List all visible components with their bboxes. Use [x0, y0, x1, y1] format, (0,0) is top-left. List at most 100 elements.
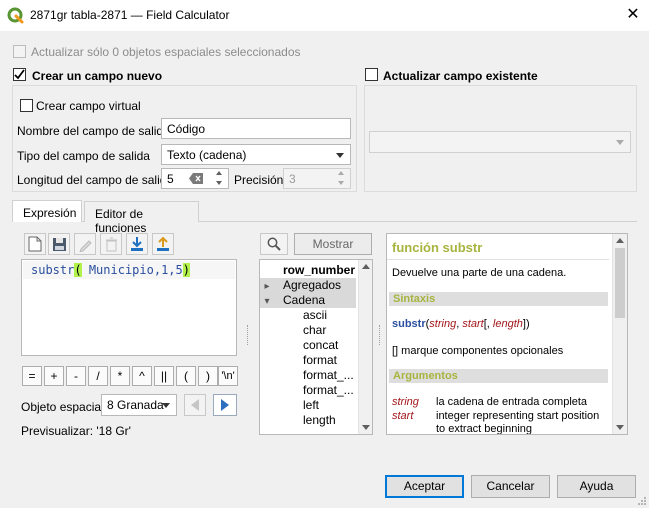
tab-function-editor[interactable]: Editor de funciones	[84, 201, 199, 235]
help-scrollbar-thumb[interactable]	[615, 248, 625, 318]
virtual-field-label: Crear campo virtual	[36, 99, 141, 113]
scroll-down-icon[interactable]	[616, 425, 624, 430]
expand-arrow-icon[interactable]: ▾	[260, 296, 274, 307]
spin-down-icon[interactable]	[216, 179, 225, 187]
help-arg-row: start integer representing start position…	[392, 410, 607, 435]
qgis-logo-icon	[7, 7, 24, 24]
clear-icon[interactable]	[189, 173, 203, 184]
expand-arrow-icon[interactable]: ▸	[260, 281, 274, 292]
window-title: 2871gr tabla-2871 — Field Calculator	[30, 8, 230, 22]
edit-button[interactable]	[74, 233, 96, 255]
function-tree-label: char	[303, 323, 327, 337]
precision-spinbox[interactable]: 3	[283, 168, 351, 189]
help-scrollbar[interactable]	[612, 234, 627, 434]
function-tree-item[interactable]: ▾ Cadena	[260, 293, 356, 308]
function-tree-label: format_...	[303, 383, 354, 397]
help-syntax: substr(string, start[, length])	[392, 318, 530, 330]
function-tree-item[interactable]: concat	[260, 338, 356, 353]
operator-divide-button[interactable]: /	[88, 366, 108, 386]
function-tree-item[interactable]: char	[260, 323, 356, 338]
help-arg-desc: integer representing start position to e…	[436, 410, 600, 435]
download-icon	[131, 237, 143, 251]
spin-up-icon[interactable]	[216, 170, 225, 178]
operator-concat-button[interactable]: ||	[154, 366, 174, 386]
function-tree-item[interactable]: row_number	[260, 263, 356, 278]
import-button[interactable]	[126, 233, 148, 255]
operator-power-button[interactable]: ^	[132, 366, 152, 386]
scroll-down-icon[interactable]	[362, 425, 370, 430]
function-tree-item[interactable]: ascii	[260, 308, 356, 323]
function-tree-label: Agregados	[283, 278, 342, 292]
function-tree-label: length	[303, 413, 336, 427]
preview-caption: Previsualizar:	[21, 424, 94, 438]
save-button[interactable]	[48, 233, 70, 255]
tab-expression[interactable]: Expresión	[12, 200, 82, 222]
splitter-handle[interactable]	[379, 325, 381, 345]
help-arg-row: string la cadena de entrada completa	[392, 396, 607, 409]
help-syntax-part: string	[429, 318, 457, 330]
help-button[interactable]: Ayuda	[557, 475, 636, 498]
function-tree-scrollbar[interactable]	[358, 260, 372, 434]
function-tree-item[interactable]: format_...	[260, 383, 356, 398]
chevron-down-icon	[616, 140, 624, 145]
operator-close-paren-button[interactable]: )	[198, 366, 218, 386]
create-new-field-label: Crear un campo nuevo	[32, 69, 163, 83]
previous-feature-button[interactable]	[184, 394, 206, 416]
update-existing-checkbox[interactable]	[365, 68, 378, 81]
update-selected-checkbox[interactable]	[13, 45, 26, 58]
show-help-button[interactable]: Mostrar ayuda	[294, 233, 372, 272]
splitter-handle[interactable]	[247, 325, 249, 345]
feature-select[interactable]: 8 Granada	[101, 394, 177, 416]
resize-grip-icon[interactable]	[636, 495, 647, 506]
output-length-label: Longitud del campo de salida	[17, 173, 174, 187]
scroll-up-icon[interactable]	[362, 264, 370, 269]
search-button[interactable]	[260, 233, 288, 255]
function-tree-item[interactable]: length	[260, 413, 356, 428]
feature-value: 8 Granada	[107, 398, 164, 412]
preview-value: '18 Gr'	[96, 424, 131, 438]
function-tree-label: row_number	[283, 263, 356, 277]
chevron-down-icon	[162, 403, 170, 408]
help-syntax-part: [,	[483, 318, 493, 330]
help-arg-name: string	[392, 396, 419, 408]
function-tree-label: format_...	[303, 368, 354, 382]
feature-label: Objeto espacial	[21, 400, 104, 414]
create-new-field-checkbox[interactable]	[13, 68, 26, 81]
export-button[interactable]	[152, 233, 174, 255]
help-syntax-part: start	[462, 318, 484, 330]
next-arrow-icon	[221, 399, 229, 411]
existing-field-select[interactable]	[369, 131, 631, 153]
operator-open-paren-button[interactable]: (	[176, 366, 196, 386]
operator-multiply-button[interactable]: *	[110, 366, 130, 386]
help-args-header: Argumentos	[389, 369, 608, 383]
accept-button[interactable]: Aceptar	[385, 475, 464, 498]
delete-button[interactable]	[100, 233, 122, 255]
function-tree-item[interactable]: left	[260, 398, 356, 413]
expression-close-bracket: )	[182, 263, 190, 277]
function-tree[interactable]: row_number ▸ Agregados ▾ Cadena ascii char conc…	[259, 259, 373, 435]
function-tree-item[interactable]: ▸ Agregados	[260, 278, 356, 293]
expression-editor[interactable]: substr( Municipio,1,5)	[21, 259, 237, 356]
expression-function: substr	[31, 263, 75, 277]
spin-up-icon[interactable]	[338, 170, 347, 178]
cancel-button[interactable]: Cancelar	[471, 475, 550, 498]
upload-icon	[157, 236, 169, 251]
operator-newline-button[interactable]: '\n'	[218, 366, 238, 386]
function-tree-item[interactable]: format	[260, 353, 356, 368]
operator-equals-button[interactable]: =	[22, 366, 42, 386]
output-name-input[interactable]: Código	[161, 118, 351, 139]
output-type-select[interactable]: Texto (cadena)	[161, 144, 351, 165]
scroll-up-icon[interactable]	[616, 238, 624, 243]
function-tree-item[interactable]: format_...	[260, 368, 356, 383]
new-file-icon	[28, 236, 42, 252]
operator-plus-button[interactable]: +	[44, 366, 64, 386]
precision-label: Precisión	[234, 173, 284, 187]
new-file-button[interactable]	[24, 233, 46, 255]
next-feature-button[interactable]	[213, 394, 237, 416]
chevron-down-icon	[336, 153, 344, 158]
spin-down-icon[interactable]	[338, 179, 347, 187]
close-icon[interactable]: ✕	[624, 6, 642, 24]
virtual-field-checkbox[interactable]	[20, 99, 33, 112]
operator-minus-button[interactable]: -	[66, 366, 86, 386]
output-length-spinbox[interactable]: 5	[161, 168, 229, 189]
